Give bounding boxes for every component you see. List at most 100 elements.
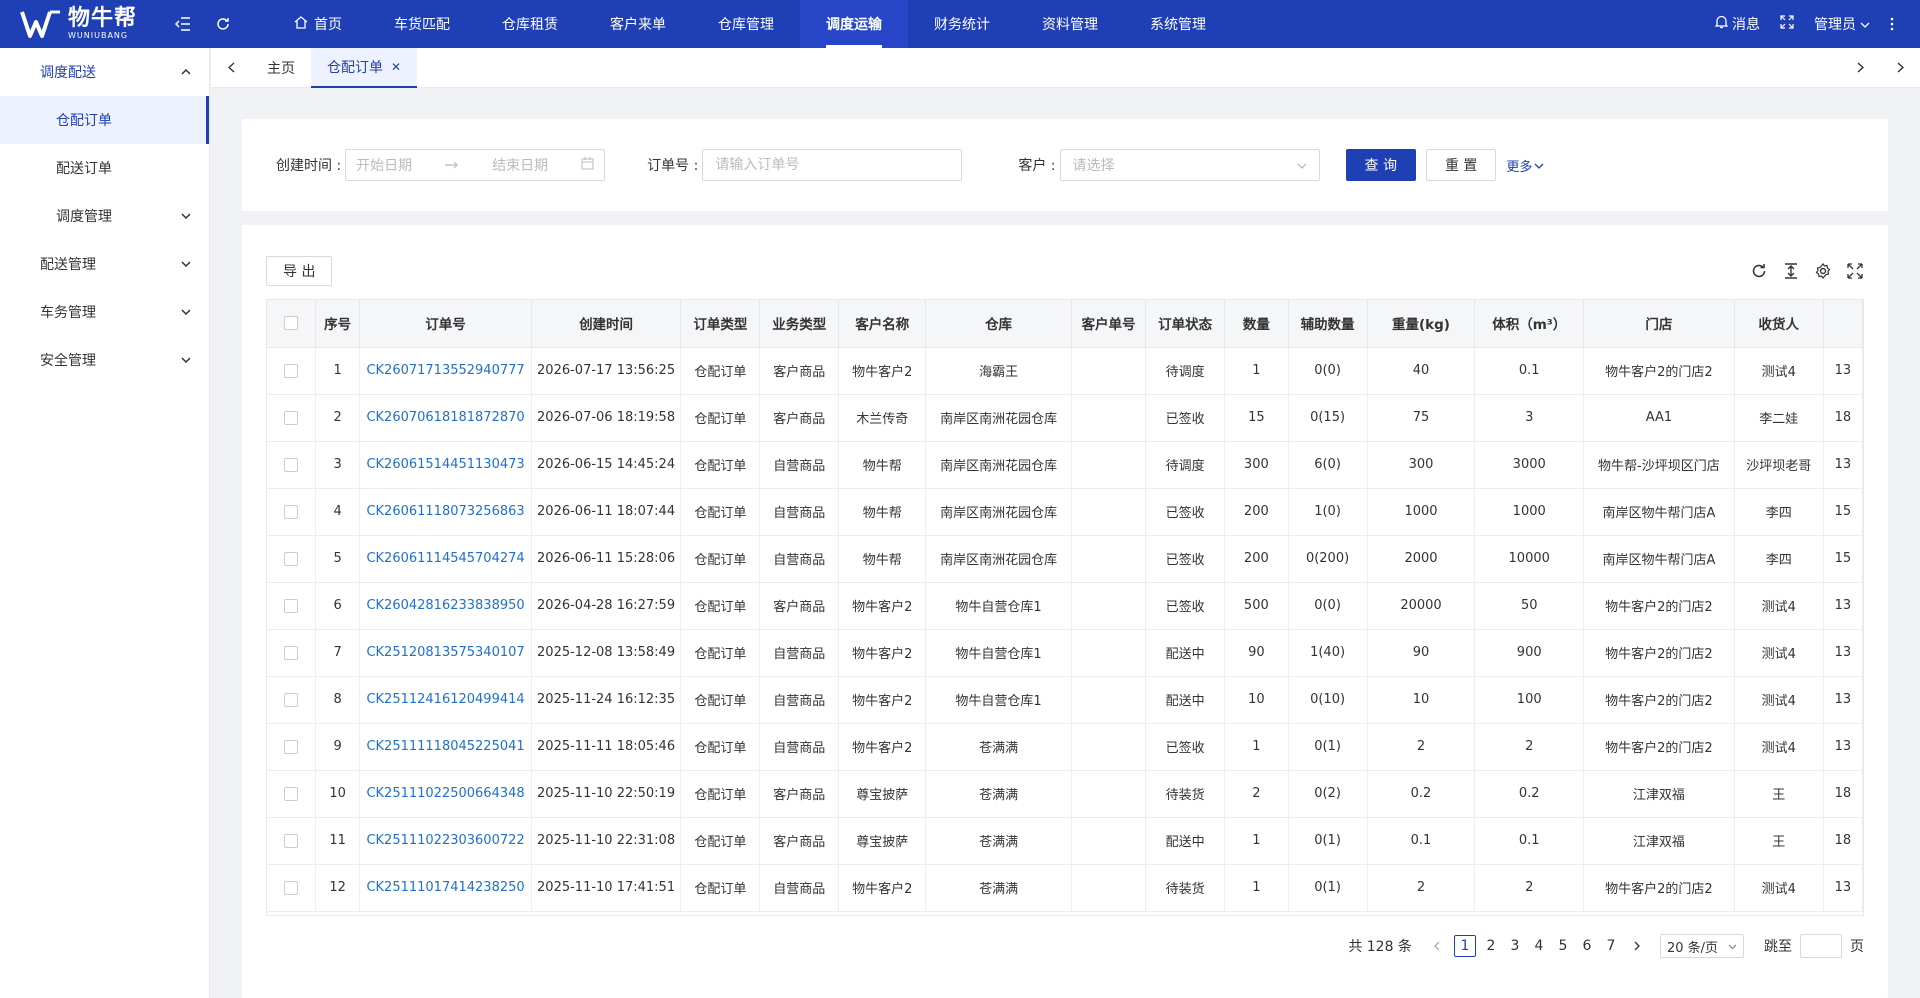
checkbox[interactable] <box>284 786 299 801</box>
sidebar-group-vehicle-management[interactable]: 车务管理 <box>0 288 209 336</box>
table-row[interactable]: 9 CK25111118045225041 2025-11-11 18:05:46 仓… <box>267 723 1863 771</box>
query-button[interactable]: 查 询 <box>1345 149 1416 181</box>
page-number[interactable]: 5 <box>1554 935 1572 957</box>
fullscreen-button[interactable] <box>1780 15 1794 33</box>
order-number-link[interactable]: CK26070618181872870 <box>359 394 532 442</box>
nav-customer-orders[interactable]: 客户来单 <box>584 0 692 48</box>
tabs-scroll-left-icon[interactable] <box>211 48 251 88</box>
order-number-link[interactable]: CK26071713552940777 <box>359 347 532 395</box>
order-number-link[interactable]: CK25120813575340107 <box>359 629 532 677</box>
tabs-scroll-right-icon[interactable] <box>1840 48 1880 88</box>
nav-warehouse-management[interactable]: 仓库管理 <box>692 0 800 48</box>
order-number-link[interactable]: CK25111017414238250 <box>359 864 532 912</box>
user-menu[interactable]: 管理员 <box>1814 14 1870 34</box>
page-number[interactable]: 1 <box>1453 935 1476 957</box>
page-number[interactable]: 2 <box>1482 935 1500 957</box>
row-checkbox-cell[interactable] <box>267 535 317 583</box>
column-height-icon[interactable] <box>1782 262 1800 280</box>
row-checkbox-cell[interactable] <box>267 441 317 489</box>
gear-icon[interactable] <box>1814 262 1832 280</box>
sidebar-group-safety-management[interactable]: 安全管理 <box>0 336 209 384</box>
order-number-input[interactable] <box>702 149 963 181</box>
checkbox[interactable] <box>284 504 299 519</box>
export-button[interactable]: 导 出 <box>266 256 333 286</box>
page-number[interactable]: 7 <box>1602 935 1620 957</box>
close-icon[interactable]: ✕ <box>391 60 401 74</box>
next-page-icon[interactable] <box>1628 935 1646 957</box>
nav-dispatch-transport[interactable]: 调度运输 <box>800 0 908 48</box>
row-checkbox-cell[interactable] <box>267 676 317 724</box>
reset-button[interactable]: 重 置 <box>1425 149 1497 181</box>
table-row[interactable]: 12 CK25111017414238250 2025-11-10 17:41:51… <box>267 864 1863 912</box>
tabs-more-icon[interactable] <box>1880 48 1920 88</box>
row-checkbox-cell[interactable] <box>267 488 317 536</box>
order-number-link[interactable]: CK26061114545704274 <box>359 535 532 583</box>
customer-select[interactable]: 请选择 <box>1059 149 1320 181</box>
row-checkbox-cell[interactable] <box>267 817 317 865</box>
brand-logo[interactable]: 物牛帮 WUNIUBANG <box>0 0 168 48</box>
order-number-link[interactable]: CK25111118045225041 <box>359 723 532 771</box>
table-row[interactable]: 10 CK25111022500664348 2025-11-10 22:50:19… <box>267 770 1863 818</box>
nav-finance[interactable]: 财务统计 <box>908 0 1016 48</box>
order-number-link[interactable]: CK26042816233838950 <box>359 582 532 630</box>
tab-warehouse-orders[interactable]: 仓配订单 ✕ <box>311 47 418 88</box>
row-checkbox-cell[interactable] <box>267 629 317 677</box>
prev-page-icon[interactable] <box>1428 935 1446 957</box>
page-number[interactable]: 4 <box>1530 935 1548 957</box>
checkbox[interactable] <box>284 739 299 754</box>
page-number[interactable]: 6 <box>1578 935 1596 957</box>
messages-button[interactable]: 消息 <box>1714 14 1760 34</box>
more-filters-link[interactable]: 更多 <box>1506 156 1544 175</box>
checkbox[interactable] <box>284 880 299 895</box>
nav-system-management[interactable]: 系统管理 <box>1124 0 1232 48</box>
row-checkbox-cell[interactable] <box>267 864 317 912</box>
table-row[interactable]: 2 CK26070618181872870 2026-07-06 18:19:58 仓… <box>267 394 1863 442</box>
nav-data-management[interactable]: 资料管理 <box>1016 0 1124 48</box>
table-row[interactable]: 8 CK25112416120499414 2025-11-24 16:12:35 仓… <box>267 676 1863 724</box>
table-row[interactable]: 4 CK26061118073256863 2026-06-11 18:07:44 仓… <box>267 488 1863 536</box>
order-number-link[interactable]: CK26061118073256863 <box>359 488 532 536</box>
tab-home[interactable]: 主页 <box>251 48 311 88</box>
checkbox[interactable] <box>284 316 299 331</box>
fullscreen-icon[interactable] <box>1846 262 1864 280</box>
row-checkbox-cell[interactable] <box>267 394 317 442</box>
table-row[interactable]: 1 CK26071713552940777 2026-07-17 13:56:25 仓… <box>267 347 1863 395</box>
row-checkbox-cell[interactable] <box>267 770 317 818</box>
created-date-range[interactable]: 开始日期 结束日期 <box>345 149 606 181</box>
table-row[interactable]: 5 CK26061114545704274 2026-06-11 15:28:06 仓… <box>267 535 1863 583</box>
refresh-icon[interactable] <box>212 13 234 35</box>
checkbox[interactable] <box>284 410 299 425</box>
checkbox[interactable] <box>284 551 299 566</box>
table-row[interactable]: 3 CK26061514451130473 2026-06-15 14:45:24 仓… <box>267 441 1863 489</box>
table-row[interactable]: 6 CK26042816233838950 2026-04-28 16:27:59 仓… <box>267 582 1863 630</box>
sidebar-item-delivery-orders[interactable]: 配送订单 <box>0 144 209 192</box>
row-checkbox-cell[interactable] <box>267 347 317 395</box>
checkbox[interactable] <box>284 457 299 472</box>
jump-page-input[interactable] <box>1800 934 1842 958</box>
nav-cargo-matching[interactable]: 车货匹配 <box>368 0 476 48</box>
checkbox[interactable] <box>284 692 299 707</box>
row-checkbox-cell[interactable] <box>267 582 317 630</box>
sidebar-item-warehouse-orders[interactable]: 仓配订单 <box>0 96 209 144</box>
sidebar-group-delivery-management[interactable]: 配送管理 <box>0 240 209 288</box>
checkbox[interactable] <box>284 833 299 848</box>
page-number[interactable]: 3 <box>1506 935 1524 957</box>
sidebar-item-dispatch-management[interactable]: 调度管理 <box>0 192 209 240</box>
nav-home[interactable]: 首页 <box>268 0 368 48</box>
more-vertical-icon[interactable] <box>1890 17 1894 31</box>
checkbox[interactable] <box>284 363 299 378</box>
order-number-link[interactable]: CK25112416120499414 <box>359 676 532 724</box>
sidebar-group-dispatch-delivery[interactable]: 调度配送 <box>0 48 209 96</box>
nav-warehouse-rental[interactable]: 仓库租赁 <box>476 0 584 48</box>
order-number-link[interactable]: CK26061514451130473 <box>359 441 532 489</box>
page-size-select[interactable]: 20 条/页 <box>1659 934 1744 958</box>
table-row[interactable]: 7 CK25120813575340107 2025-12-08 13:58:49 仓… <box>267 629 1863 677</box>
row-checkbox-cell[interactable] <box>267 723 317 771</box>
collapse-menu-icon[interactable] <box>172 13 194 35</box>
refresh-icon[interactable] <box>1750 262 1768 280</box>
table-row[interactable]: 11 CK25111022303600722 2025-11-10 22:31:08… <box>267 817 1863 865</box>
order-number-link[interactable]: CK25111022500664348 <box>359 770 532 818</box>
order-number-link[interactable]: CK25111022303600722 <box>359 817 532 865</box>
select-all-checkbox[interactable] <box>267 300 317 348</box>
checkbox[interactable] <box>284 598 299 613</box>
